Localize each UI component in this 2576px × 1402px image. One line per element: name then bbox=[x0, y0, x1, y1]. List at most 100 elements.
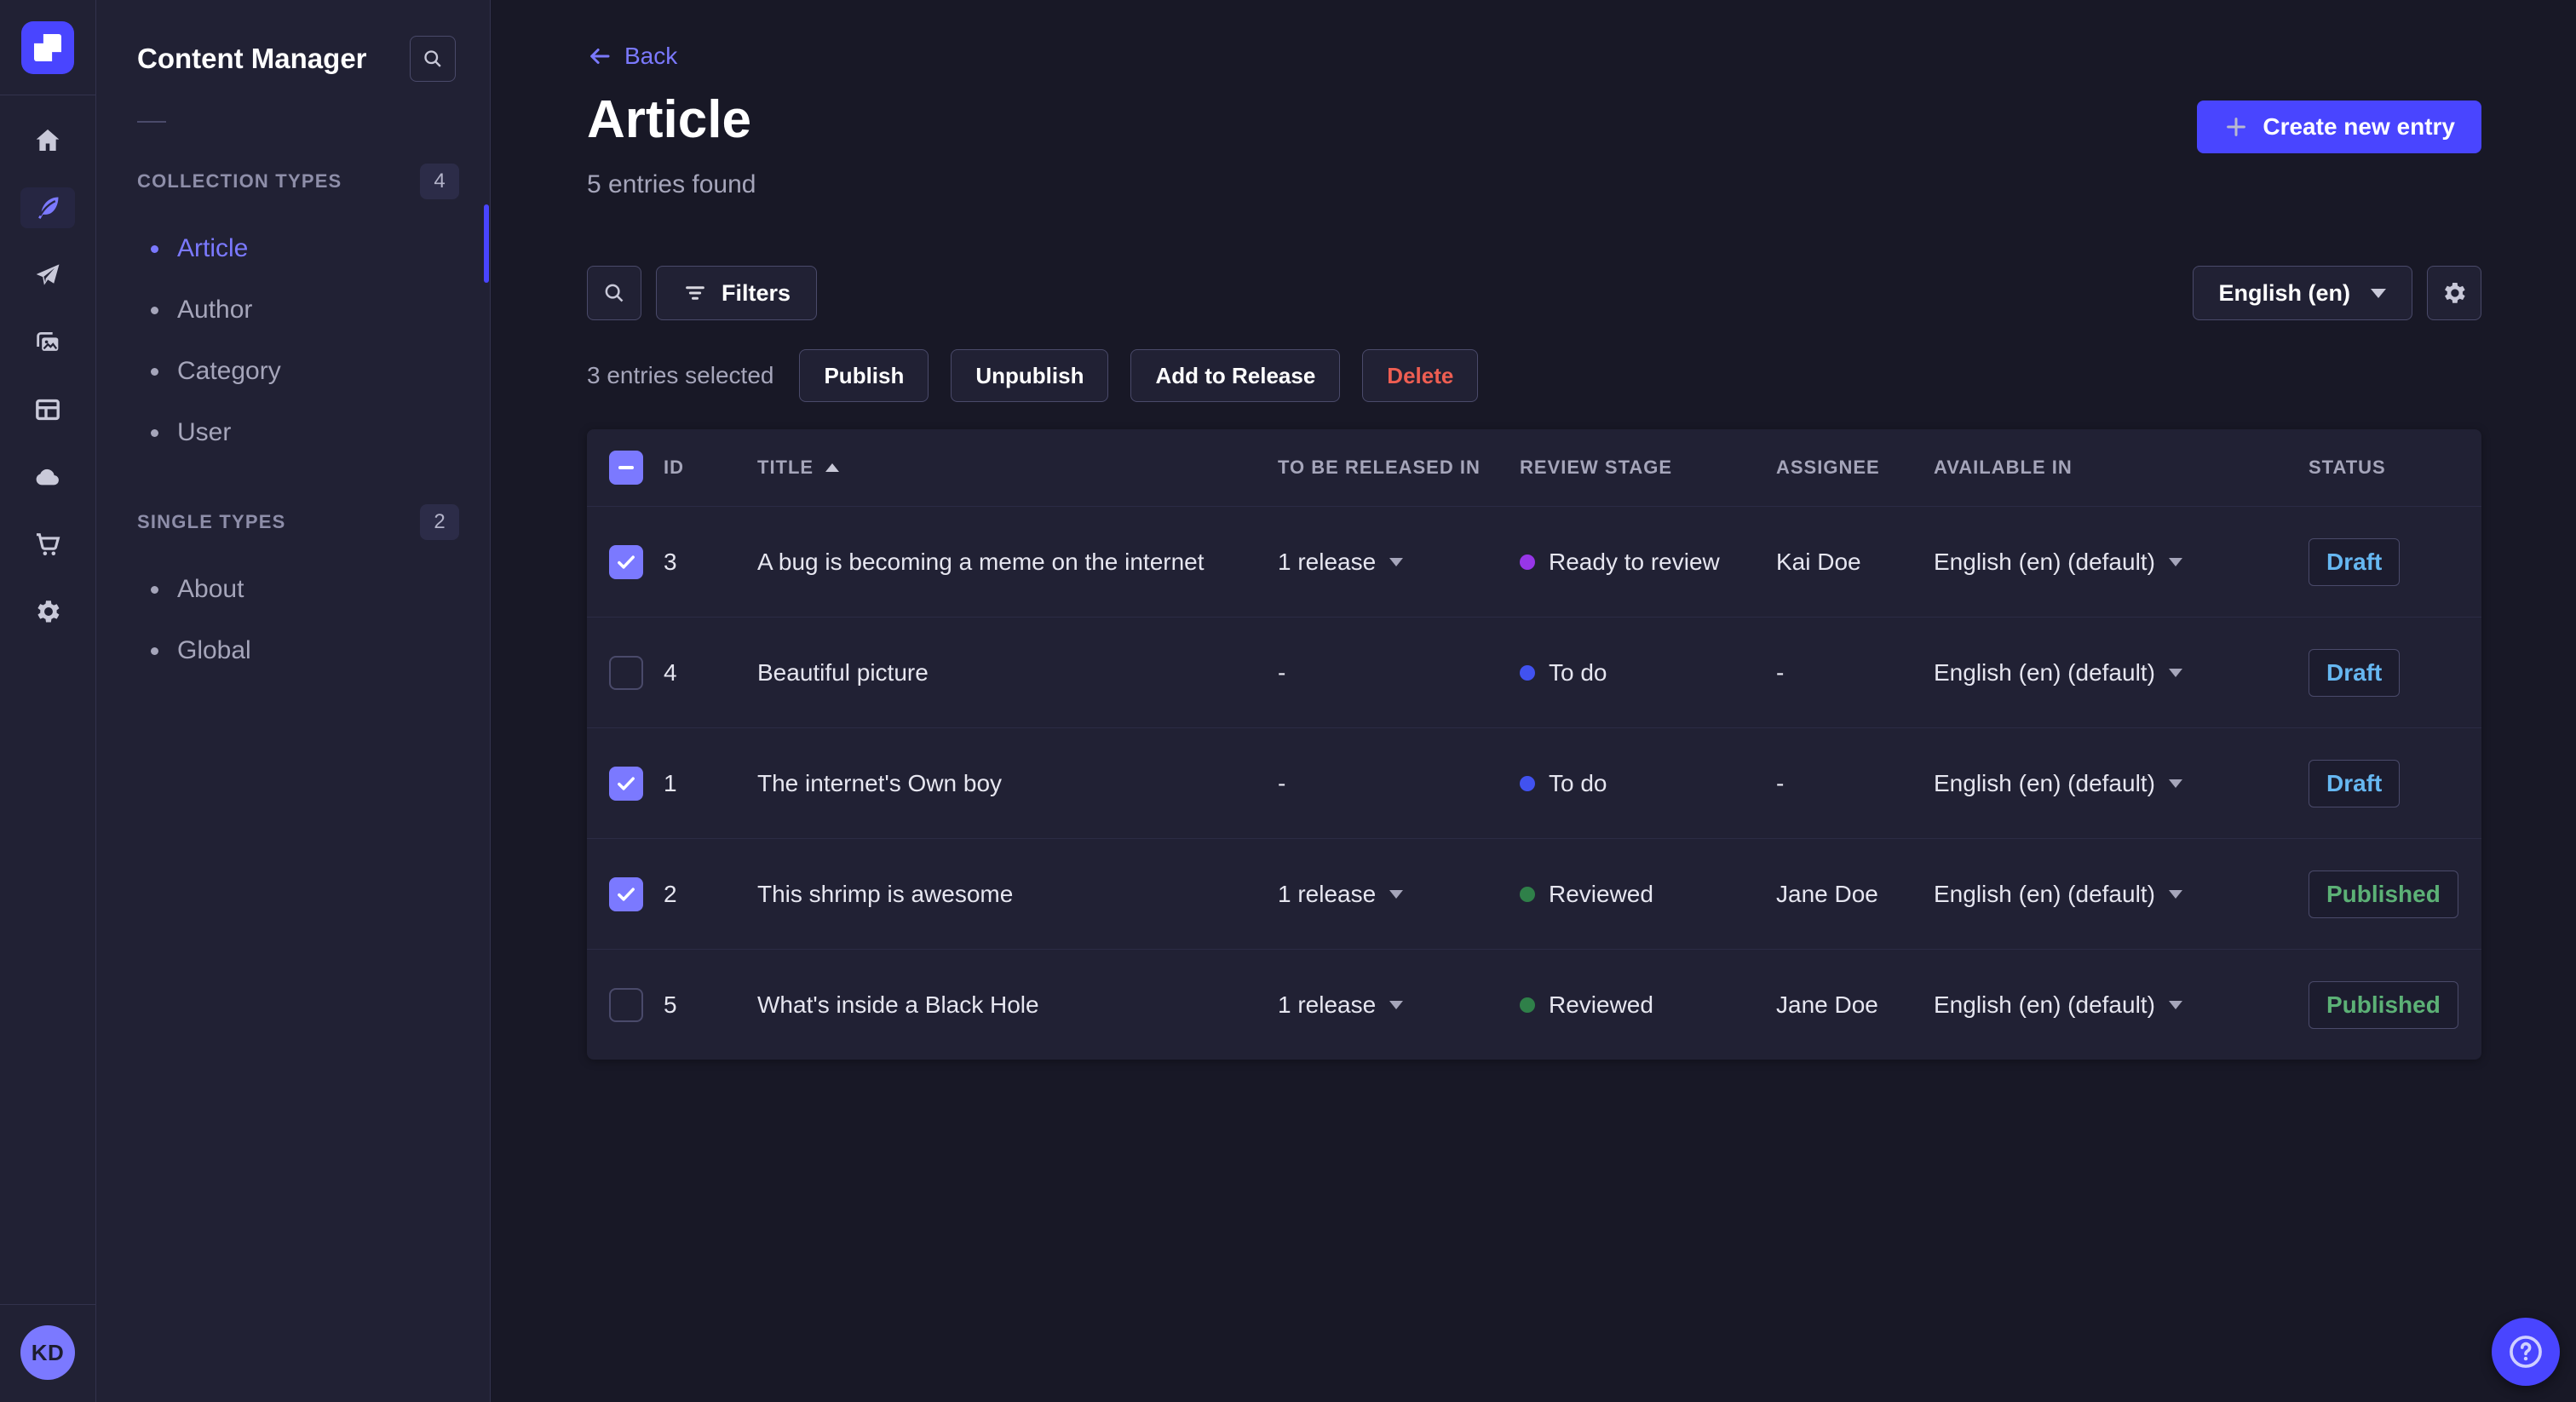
id-cell: 5 bbox=[664, 991, 677, 1018]
row-checkbox[interactable] bbox=[609, 987, 643, 1022]
create-new-entry-button[interactable]: Create new entry bbox=[2197, 101, 2481, 153]
column-header-label: TITLE bbox=[757, 457, 814, 478]
release-cell[interactable]: 1 release bbox=[1278, 881, 1520, 908]
review-stage-cell: Reviewed bbox=[1520, 991, 1776, 1019]
assignee-cell: - bbox=[1776, 658, 1785, 686]
sidebar-section-count-badge: 2 bbox=[420, 504, 459, 540]
status-cell: Draft bbox=[2309, 537, 2481, 586]
stage-dot-icon bbox=[1520, 997, 1535, 1013]
row-checkbox[interactable] bbox=[609, 876, 643, 911]
row-checkbox[interactable] bbox=[609, 766, 643, 801]
sidebar-section-header: COLLECTION TYPES 4 bbox=[137, 164, 459, 199]
publish-label: Publish bbox=[824, 362, 905, 388]
plus-icon bbox=[2227, 118, 2246, 136]
content-manager-feather-icon[interactable] bbox=[20, 187, 75, 228]
title-cell: What's inside a Black Hole bbox=[757, 991, 1039, 1018]
title-cell: A bug is becoming a meme on the internet bbox=[757, 548, 1205, 575]
review-stage-cell: Ready to review bbox=[1520, 549, 1776, 576]
publish-button[interactable]: Publish bbox=[799, 349, 929, 402]
row-checkbox[interactable] bbox=[609, 655, 643, 690]
back-link[interactable]: Back bbox=[587, 43, 677, 70]
table-row[interactable]: 3 A bug is becoming a meme on the intern… bbox=[587, 506, 2481, 617]
row-checkbox-cell bbox=[587, 876, 664, 911]
release-text: - bbox=[1278, 658, 1286, 686]
indeterminate-minus-icon bbox=[618, 466, 634, 469]
release-text: 1 release bbox=[1278, 548, 1377, 575]
strapi-logo[interactable] bbox=[21, 21, 74, 74]
add-to-release-button[interactable]: Add to Release bbox=[1130, 349, 1341, 402]
stage-label: To do bbox=[1549, 769, 1607, 796]
table-row[interactable]: 5 What's inside a Black Hole 1 release R… bbox=[587, 949, 2481, 1060]
id-cell: 3 bbox=[664, 548, 677, 575]
locale-select[interactable]: English (en) bbox=[2192, 266, 2412, 320]
available-in-cell[interactable]: English (en) (default) bbox=[1934, 991, 2309, 1019]
select-all-checkbox[interactable] bbox=[609, 451, 643, 485]
available-in-cell[interactable]: English (en) (default) bbox=[1934, 881, 2309, 908]
column-header-assignee: ASSIGNEE bbox=[1776, 457, 1934, 479]
sidebar-item-label: Category bbox=[177, 357, 281, 385]
sidebar-item-global[interactable]: Global bbox=[137, 620, 459, 681]
release-cell[interactable]: 1 release bbox=[1278, 991, 1520, 1019]
row-checkbox-cell bbox=[587, 987, 664, 1022]
table-body: 3 A bug is becoming a meme on the intern… bbox=[587, 506, 2481, 1060]
review-stage-cell: To do bbox=[1520, 770, 1776, 797]
checkmark-icon bbox=[618, 554, 635, 569]
sidebar-item-article[interactable]: Article bbox=[137, 218, 459, 279]
help-button[interactable] bbox=[2492, 1318, 2560, 1386]
table-row[interactable]: 1 The internet's Own boy - To do - Engli… bbox=[587, 727, 2481, 838]
delete-label: Delete bbox=[1387, 362, 1454, 388]
shopping-cart-icon[interactable] bbox=[20, 524, 75, 565]
release-cell[interactable]: 1 release bbox=[1278, 549, 1520, 576]
content-manager-sidebar: Content Manager COLLECTION TYPES 4 Artic… bbox=[96, 0, 491, 1402]
sidebar-section-count-badge: 4 bbox=[420, 164, 459, 199]
sidebar-item-user[interactable]: User bbox=[137, 402, 459, 463]
column-header-available-in: AVAILABLE IN bbox=[1934, 457, 2309, 479]
list-settings-button[interactable] bbox=[2427, 266, 2481, 320]
sidebar-item-label: Article bbox=[177, 234, 249, 262]
assignee-cell: Jane Doe bbox=[1776, 991, 1878, 1018]
arrow-left-icon bbox=[590, 49, 610, 64]
sidebar-item-author[interactable]: Author bbox=[137, 279, 459, 341]
cloud-icon[interactable] bbox=[20, 457, 75, 497]
available-in-cell[interactable]: English (en) (default) bbox=[1934, 659, 2309, 687]
unpublish-button[interactable]: Unpublish bbox=[951, 349, 1109, 402]
sidebar-item-about[interactable]: About bbox=[137, 559, 459, 620]
main-content: Back Article Create new entry 5 entries … bbox=[492, 0, 2576, 1402]
available-in-cell[interactable]: English (en) (default) bbox=[1934, 549, 2309, 576]
bullet-icon bbox=[151, 646, 158, 655]
sidebar-item-label: About bbox=[177, 575, 244, 603]
search-button[interactable] bbox=[587, 266, 641, 320]
sidebar-scrollbar-thumb[interactable] bbox=[484, 204, 489, 283]
rail-bottom: KD bbox=[0, 1304, 96, 1402]
available-in-cell[interactable]: English (en) (default) bbox=[1934, 770, 2309, 797]
sidebar-search-button[interactable] bbox=[410, 36, 456, 82]
column-header-id: ID bbox=[664, 457, 757, 479]
chevron-down-icon bbox=[1389, 557, 1404, 566]
paper-plane-icon[interactable] bbox=[20, 255, 75, 296]
table-row[interactable]: 4 Beautiful picture - To do - English (e… bbox=[587, 617, 2481, 727]
layout-card-icon[interactable] bbox=[20, 389, 75, 430]
row-checkbox[interactable] bbox=[609, 544, 643, 579]
filters-button[interactable]: Filters bbox=[656, 266, 818, 320]
strapi-logo-wrap bbox=[21, 0, 74, 95]
search-icon bbox=[605, 284, 624, 302]
sidebar-item-label: Global bbox=[177, 636, 251, 664]
user-avatar[interactable]: KD bbox=[20, 1325, 75, 1380]
stage-label: Reviewed bbox=[1549, 991, 1653, 1018]
delete-button[interactable]: Delete bbox=[1362, 349, 1479, 402]
home-icon[interactable] bbox=[20, 120, 75, 161]
locale-text: English (en) (default) bbox=[1934, 548, 2155, 575]
column-header-title[interactable]: TITLE bbox=[757, 457, 1278, 479]
sidebar-item-category[interactable]: Category bbox=[137, 341, 459, 402]
bullet-icon bbox=[151, 367, 158, 376]
gear-icon bbox=[2445, 283, 2465, 303]
chevron-down-icon bbox=[2168, 557, 2182, 566]
table-row[interactable]: 2 This shrimp is awesome 1 release Revie… bbox=[587, 838, 2481, 949]
status-cell: Published bbox=[2309, 980, 2481, 1029]
media-library-images-icon[interactable] bbox=[20, 322, 75, 363]
locale-text: English (en) (default) bbox=[1934, 880, 2155, 907]
gear-icon[interactable] bbox=[20, 591, 75, 632]
sidebar-section-label: COLLECTION TYPES bbox=[137, 170, 342, 192]
sidebar-section: COLLECTION TYPES 4 Article Author Catego… bbox=[96, 164, 490, 463]
checkmark-icon bbox=[618, 776, 635, 790]
